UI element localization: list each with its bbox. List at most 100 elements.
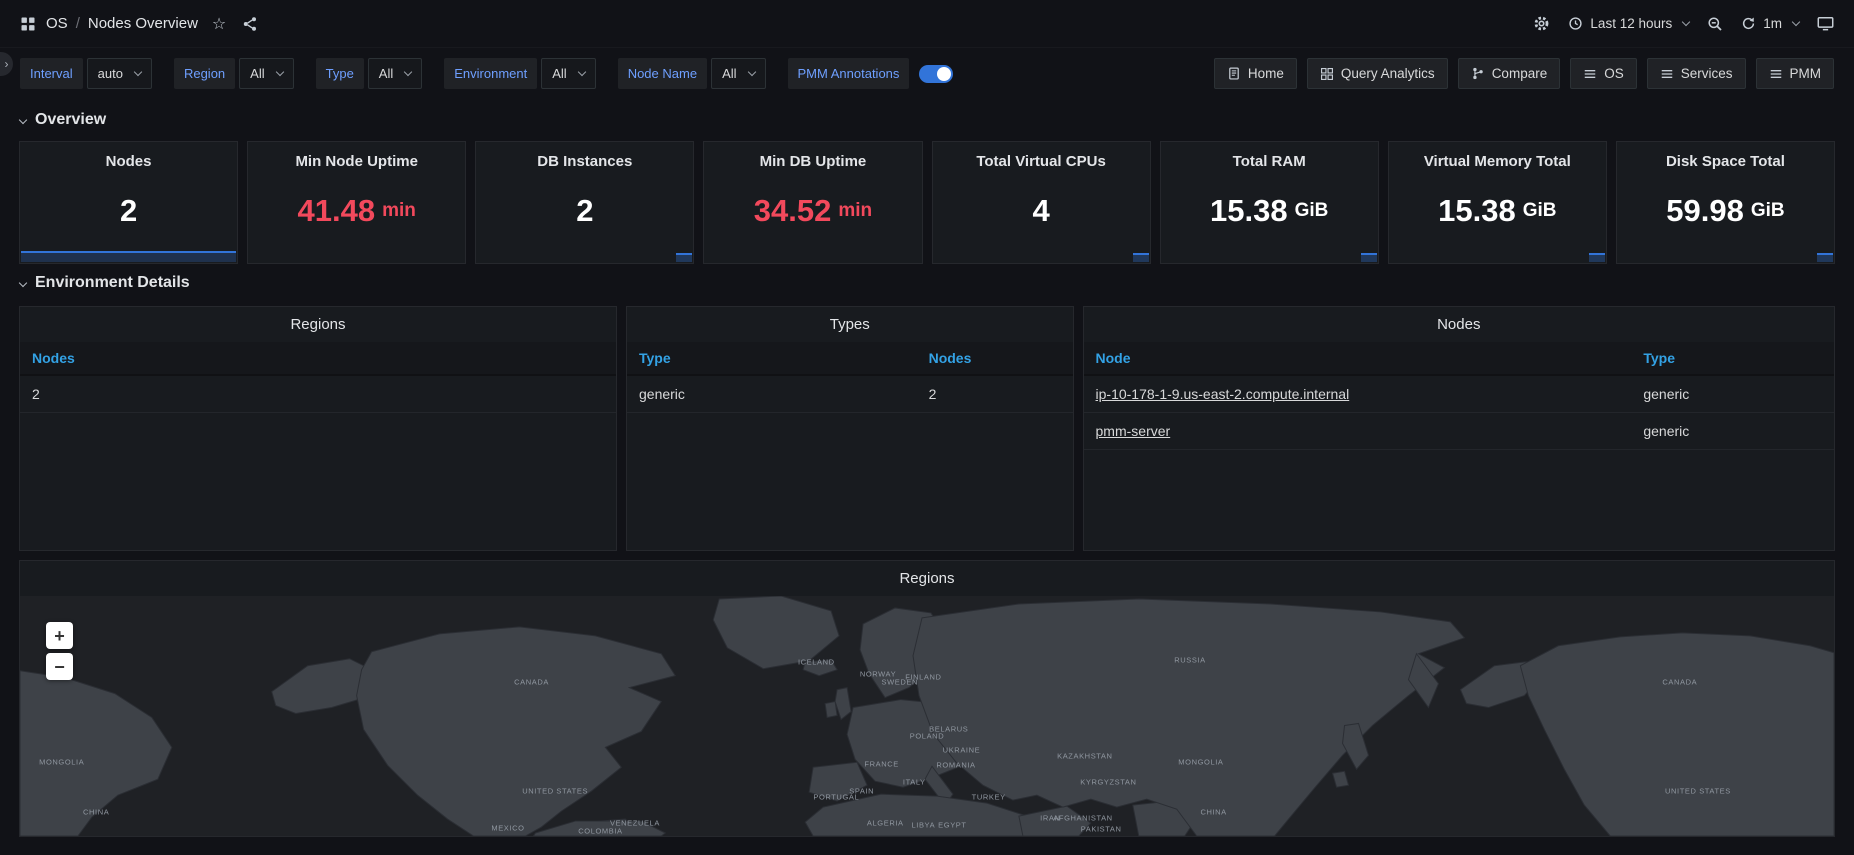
regions-table: Nodes 2 (20, 342, 616, 413)
stat-panel-nodes: Nodes 2 (19, 141, 238, 264)
map-country-label: CANADA (1662, 677, 1697, 686)
map-country-label: KAZAKHSTAN (1057, 752, 1112, 761)
world-map[interactable]: RUSSIACANADAUNITED STATESMEXICOICELANDNO… (20, 596, 1834, 836)
sparkline (1361, 253, 1377, 262)
panel-title[interactable]: Nodes (20, 142, 237, 170)
map-country-label: MEXICO (491, 823, 524, 832)
sparkline (21, 250, 236, 262)
dashboards-grid-icon[interactable] (20, 16, 36, 32)
section-environment-details[interactable]: Environment Details (0, 264, 1854, 304)
map-country-label: POLAND (910, 731, 944, 740)
panel-title[interactable]: Total RAM (1161, 142, 1378, 170)
filter-environment-label: Environment (444, 58, 537, 89)
nodes-table-panel: Nodes Node Type ip-10-178-1-9.us-east-2.… (1083, 306, 1835, 551)
stat-value: 59.98 GiB (1617, 170, 1834, 263)
chevron-down-icon (1792, 18, 1800, 26)
breadcrumb-page: Nodes Overview (88, 15, 198, 32)
node-link[interactable]: pmm-server (1096, 423, 1171, 439)
panel-title[interactable]: Types (627, 307, 1073, 342)
stat-value: 34.52 min (704, 170, 921, 263)
types-table: Type Nodes generic 2 (627, 342, 1073, 413)
map-country-label: MONGOLIA (39, 757, 84, 766)
map-country-label: CHINA (1200, 808, 1226, 817)
refresh-interval-picker[interactable]: 1m (1741, 16, 1799, 31)
sparkline (676, 253, 692, 262)
stat-panel-total-ram: Total RAM 15.38 GiB (1160, 141, 1379, 264)
stat-panel-total-virtual-cpus: Total Virtual CPUs 4 (932, 141, 1151, 264)
refresh-interval-label: 1m (1763, 16, 1782, 31)
map-country-label: MONGOLIA (1178, 757, 1223, 766)
column-header[interactable]: Node (1084, 342, 1632, 375)
filter-type-label: Type (316, 58, 364, 89)
time-range-label: Last 12 hours (1590, 16, 1672, 31)
panel-title[interactable]: Disk Space Total (1617, 142, 1834, 170)
filter-node-name-label: Node Name (618, 58, 707, 89)
pmm-link-button[interactable]: PMM (1756, 58, 1835, 89)
query-analytics-link-button[interactable]: Query Analytics (1307, 58, 1448, 89)
section-overview[interactable]: Overview (0, 101, 1854, 141)
column-header[interactable]: Type (1631, 342, 1834, 375)
panel-title[interactable]: Min Node Uptime (248, 142, 465, 170)
map-zoom-out-button[interactable]: − (46, 653, 73, 680)
map-country-label: COLOMBIA (578, 827, 622, 836)
panel-title[interactable]: Regions (20, 561, 1834, 596)
panel-title[interactable]: Min DB Uptime (704, 142, 921, 170)
zoom-out-time-icon[interactable] (1707, 16, 1723, 32)
section-environment-title: Environment Details (35, 274, 190, 292)
landmass-british-isles (825, 688, 851, 720)
map-zoom-control: + − (46, 622, 73, 680)
map-zoom-in-button[interactable]: + (46, 622, 73, 649)
compare-link-button[interactable]: Compare (1458, 58, 1561, 89)
clock-icon (1568, 16, 1583, 31)
chevron-down-icon (577, 68, 585, 76)
stat-panel-virtual-memory-total: Virtual Memory Total 15.38 GiB (1388, 141, 1607, 264)
table-row: generic 2 (627, 375, 1073, 413)
menu-list-icon (1769, 67, 1783, 81)
panel-title[interactable]: Nodes (1084, 307, 1834, 342)
os-link-button[interactable]: OS (1570, 58, 1637, 89)
tv-mode-icon[interactable] (1817, 15, 1834, 32)
panel-title[interactable]: Regions (20, 307, 616, 342)
landmass-north-america-wrapped (1520, 633, 1834, 836)
map-country-label: FINLAND (905, 673, 941, 682)
filter-interval-value[interactable]: auto (87, 58, 152, 89)
dashboard-settings-gear-icon[interactable] (1533, 15, 1550, 32)
filter-type: Type All (316, 58, 423, 89)
panel-title[interactable]: Total Virtual CPUs (933, 142, 1150, 170)
filter-node-name-value[interactable]: All (711, 58, 765, 89)
panel-title[interactable]: Virtual Memory Total (1389, 142, 1606, 170)
stat-panel-db-instances: DB Instances 2 (475, 141, 694, 264)
sparkline (1133, 253, 1149, 262)
map-country-label: PORTUGAL (813, 793, 859, 802)
map-country-label: LIBYA (912, 821, 936, 830)
world-map-svg (20, 596, 1834, 836)
favorite-star-icon[interactable]: ☆ (212, 14, 226, 34)
table-row: ip-10-178-1-9.us-east-2.compute.internal… (1084, 375, 1834, 413)
filter-region: Region All (174, 58, 294, 89)
filter-interval-label: Interval (20, 58, 83, 89)
map-country-label: ALGERIA (867, 819, 904, 828)
filter-region-value[interactable]: All (239, 58, 293, 89)
breadcrumb-app[interactable]: OS (46, 15, 68, 32)
map-country-label: AFGHANISTAN (1053, 814, 1112, 823)
column-header[interactable]: Type (627, 342, 917, 375)
home-icon (1227, 66, 1241, 81)
refresh-icon[interactable] (1741, 16, 1756, 31)
home-link-button[interactable]: Home (1214, 58, 1297, 89)
filter-environment-value[interactable]: All (541, 58, 595, 89)
column-header[interactable]: Nodes (20, 342, 616, 375)
pmm-annotations-toggle[interactable] (919, 65, 953, 83)
column-header[interactable]: Nodes (917, 342, 1073, 375)
filter-type-value[interactable]: All (368, 58, 422, 89)
map-country-label: FRANCE (864, 760, 898, 769)
panel-title[interactable]: DB Instances (476, 142, 693, 170)
services-link-button[interactable]: Services (1647, 58, 1746, 89)
map-country-label: ROMANIA (936, 761, 975, 770)
chevron-down-icon (1682, 18, 1690, 26)
map-country-label: ICELAND (798, 658, 835, 667)
time-range-picker[interactable]: Last 12 hours (1568, 16, 1689, 31)
stat-panel-disk-space-total: Disk Space Total 59.98 GiB (1616, 141, 1835, 264)
node-link[interactable]: ip-10-178-1-9.us-east-2.compute.internal (1096, 386, 1350, 402)
share-icon[interactable] (242, 16, 258, 32)
query-analytics-grid-icon (1320, 67, 1334, 81)
